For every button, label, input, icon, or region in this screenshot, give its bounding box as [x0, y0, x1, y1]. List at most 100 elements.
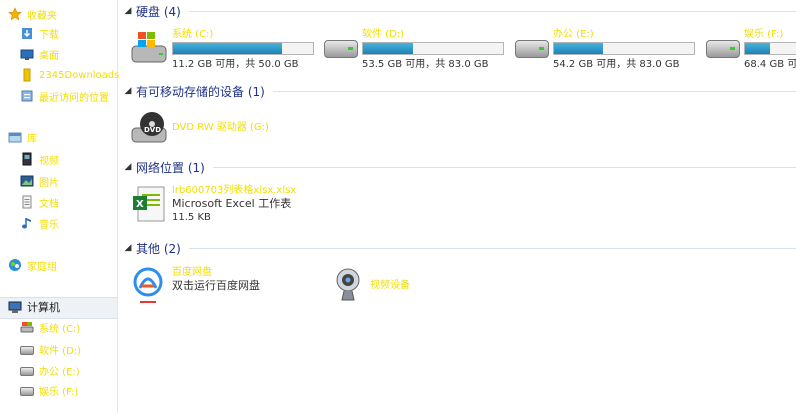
nav-item-label: 办公 (E:)	[39, 366, 80, 378]
group-title: 有可移动存储的设备 (1)	[136, 84, 265, 99]
hard-drive-icon	[511, 28, 551, 68]
drive-free-space: 53.5 GB 可用，共 83.0 GB	[362, 59, 489, 70]
drive-tile-f[interactable]: 娱乐 (F:) 68.4 GB 可用	[702, 28, 796, 72]
homegroup-icon	[8, 258, 22, 272]
drive-name: 软件 (D:)	[362, 29, 405, 40]
hard-drive-icon	[20, 342, 34, 356]
drive-usage-bar	[553, 42, 695, 55]
nav-computer[interactable]: 计算机	[8, 298, 60, 316]
group-header-network-locations[interactable]: ◢ 网络位置 (1)	[118, 157, 796, 177]
nav-computer-label: 计算机	[27, 301, 60, 314]
library-icon	[8, 130, 22, 144]
nav-drive-f[interactable]: 娱乐 (F:)	[20, 381, 78, 399]
star-icon	[8, 7, 22, 21]
system-drive-icon	[20, 320, 34, 334]
drive-name: 娱乐 (F:)	[744, 29, 784, 40]
svg-text:DVD: DVD	[144, 126, 161, 134]
documents-library-icon	[20, 195, 34, 209]
baidu-netdisk-tile[interactable]: 百度网盘 双击运行百度网盘	[130, 266, 260, 306]
navigation-pane: 收藏夹 下载 桌面 2345Downloads 最近访问的位置 库 视频 图片 …	[0, 0, 119, 413]
svg-text:X: X	[136, 199, 144, 210]
nav-homegroup[interactable]: 家庭组	[8, 256, 57, 274]
drive-free-space: 54.2 GB 可用，共 83.0 GB	[553, 59, 680, 70]
nav-homegroup-label: 家庭组	[27, 261, 57, 273]
excel-file-icon: X	[130, 184, 170, 224]
nav-item-desktop[interactable]: 桌面	[20, 45, 59, 63]
drive-name: 办公 (E:)	[553, 29, 594, 40]
nav-item-label: 图片	[39, 177, 59, 189]
recent-places-icon	[20, 89, 34, 103]
nav-item-label: 文档	[39, 198, 59, 210]
hard-drive-icon	[702, 28, 742, 68]
app-name: 百度网盘	[172, 267, 212, 278]
system-drive-icon	[130, 28, 170, 68]
nav-item-label: 系统 (C:)	[39, 323, 81, 335]
group-divider	[188, 11, 796, 12]
hard-drive-icon	[20, 363, 34, 377]
folder-icon	[20, 68, 34, 82]
nav-library-label: 库	[27, 133, 37, 145]
hard-drive-icon	[20, 383, 34, 397]
video-device-tile[interactable]: 视频设备	[328, 266, 410, 306]
collapse-chevron-icon[interactable]: ◢	[122, 6, 134, 16]
nav-item-videos[interactable]: 视频	[20, 150, 59, 168]
nav-item-label: 音乐	[39, 219, 59, 231]
nav-drive-d[interactable]: 软件 (D:)	[20, 340, 81, 358]
dvd-drive-icon: DVD	[130, 108, 170, 148]
drive-name: 系统 (C:)	[172, 29, 214, 40]
drive-tile-d[interactable]: 软件 (D:) 53.5 GB 可用，共 83.0 GB	[320, 28, 504, 72]
group-header-hard-disks[interactable]: ◢ 硬盘 (4)	[118, 1, 796, 21]
music-note-icon	[20, 216, 34, 230]
drive-tile-c[interactable]: 系统 (C:) 11.2 GB 可用，共 50.0 GB	[130, 28, 314, 72]
nav-favorites-label: 收藏夹	[27, 10, 57, 22]
video-library-icon	[20, 152, 34, 166]
nav-item-2345downloads[interactable]: 2345Downloads	[20, 66, 119, 84]
nav-favorites[interactable]: 收藏夹	[8, 5, 57, 23]
group-divider	[212, 167, 796, 168]
collapse-chevron-icon[interactable]: ◢	[122, 162, 134, 172]
device-name: 视频设备	[370, 280, 410, 291]
app-description: 双击运行百度网盘	[172, 279, 260, 292]
pictures-library-icon	[20, 174, 34, 188]
collapse-chevron-icon[interactable]: ◢	[122, 86, 134, 96]
dvd-drive-name: DVD RW 驱动器 (G:)	[172, 122, 269, 133]
downloads-folder-icon	[20, 26, 34, 40]
nav-item-music[interactable]: 音乐	[20, 214, 59, 232]
computer-icon	[8, 300, 22, 314]
hard-drive-icon	[320, 28, 360, 68]
baidu-netdisk-icon	[130, 266, 170, 306]
dvd-drive-tile[interactable]: DVD DVD RW 驱动器 (G:)	[130, 108, 269, 148]
group-divider	[272, 91, 796, 92]
nav-item-recent-places[interactable]: 最近访问的位置	[20, 87, 109, 105]
group-title: 网络位置 (1)	[136, 160, 205, 175]
nav-drive-c[interactable]: 系统 (C:)	[20, 318, 80, 336]
nav-library[interactable]: 库	[8, 128, 37, 146]
drive-free-space: 11.2 GB 可用，共 50.0 GB	[172, 59, 299, 70]
nav-item-label: 软件 (D:)	[39, 345, 82, 357]
nav-item-label: 桌面	[39, 50, 59, 62]
drive-free-space: 68.4 GB 可用	[744, 59, 796, 70]
nav-item-documents[interactable]: 文档	[20, 193, 59, 211]
content-pane: ◢ 硬盘 (4) 系统 (C:) 11.2 GB 可用，共 50.0 GB 软件…	[118, 0, 796, 413]
desktop-icon	[20, 47, 34, 61]
group-divider	[188, 248, 796, 249]
nav-item-downloads[interactable]: 下载	[20, 24, 59, 42]
group-title: 其他 (2)	[136, 241, 181, 256]
file-size: 11.5 KB	[172, 212, 211, 223]
drive-usage-bar	[172, 42, 314, 55]
network-file-tile[interactable]: X lrb600703列表格xlsx.xlsx Microsoft Excel …	[130, 184, 296, 225]
nav-drive-e[interactable]: 办公 (E:)	[20, 361, 80, 379]
file-type: Microsoft Excel 工作表	[172, 197, 292, 210]
group-header-other[interactable]: ◢ 其他 (2)	[118, 238, 796, 258]
group-header-removable-storage[interactable]: ◢ 有可移动存储的设备 (1)	[118, 81, 796, 101]
webcam-icon	[328, 266, 368, 306]
nav-item-label: 2345Downloads	[39, 69, 120, 81]
group-title: 硬盘 (4)	[136, 4, 181, 19]
collapse-chevron-icon[interactable]: ◢	[122, 243, 134, 253]
nav-item-pictures[interactable]: 图片	[20, 172, 59, 190]
drive-usage-bar	[744, 42, 796, 55]
nav-item-label: 娱乐 (F:)	[39, 386, 79, 398]
file-name: lrb600703列表格xlsx.xlsx	[172, 185, 297, 196]
drive-tile-e[interactable]: 办公 (E:) 54.2 GB 可用，共 83.0 GB	[511, 28, 695, 72]
nav-item-label: 最近访问的位置	[39, 92, 109, 104]
